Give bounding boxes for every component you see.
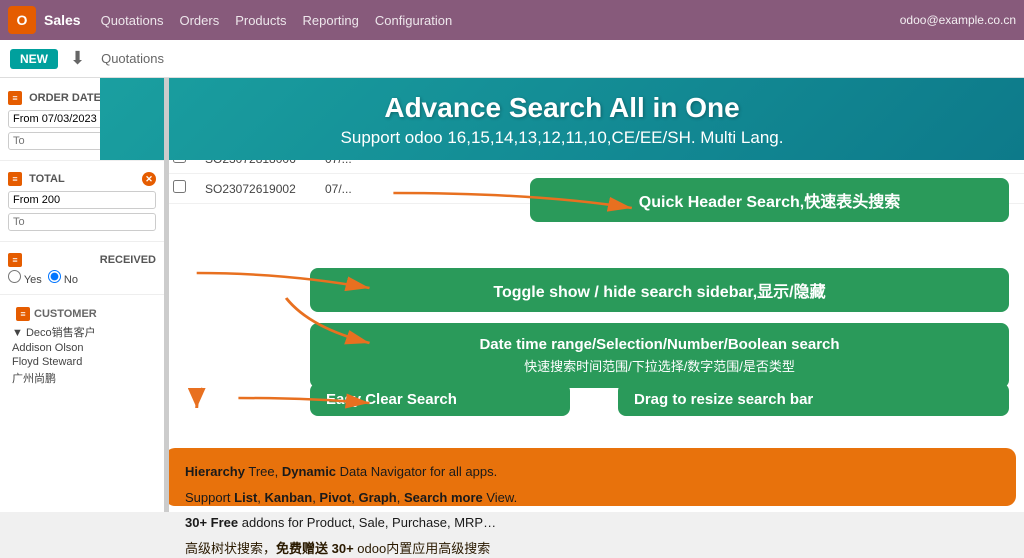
clear-number-search-btn[interactable]: ✕: [197, 121, 206, 134]
customer-section-title: ≡ CUSTOMER: [8, 303, 156, 323]
number-search-input[interactable]: [210, 119, 300, 137]
orange-line4: 高级树状搜索，免费赠送 30+ odoo内置应用高级搜索: [185, 539, 996, 558]
select-all-checkbox[interactable]: [173, 86, 186, 99]
received-yes-radio[interactable]: [8, 270, 21, 283]
number-search-cell: [210, 118, 320, 137]
row2-number: SO23072619002: [197, 182, 317, 196]
total-to-input[interactable]: [8, 213, 156, 231]
filter-order-date-header: ≡ ORDER DATE ✕: [8, 88, 156, 108]
orange-line3: 30+ Free addons for Product, Sale, Purch…: [185, 513, 996, 533]
rest-search-cells: Select... ▾ Select... ▾: [550, 119, 1016, 136]
date-range-select[interactable]: Select Range: [320, 122, 420, 134]
total-label: TOTAL: [29, 173, 65, 185]
row1-date: 07/...: [317, 152, 427, 166]
select-arrow-2: ▾: [702, 121, 708, 134]
received-label: RECEIVED: [100, 254, 156, 266]
content-area: Number Order Date Customer ⚙ ✕ Select Ra…: [165, 78, 1024, 512]
nav-reporting[interactable]: Reporting: [303, 13, 359, 28]
odoo-logo: O: [8, 6, 36, 34]
col-customer[interactable]: Customer: [427, 88, 567, 102]
order-date-from-input[interactable]: [8, 110, 156, 128]
received-radio-group: Yes No: [8, 270, 156, 286]
user-display: odoo@example.co.cn: [900, 13, 1016, 27]
received-yes-label[interactable]: Yes: [8, 270, 42, 286]
settings-icon[interactable]: ⚙: [1002, 85, 1016, 105]
customer-item-1[interactable]: Addison Olson: [8, 341, 156, 355]
upload-icon[interactable]: ⬇: [70, 48, 85, 69]
customer-search-value[interactable]: Deco: [420, 122, 550, 134]
row1-check[interactable]: [173, 150, 186, 163]
filter-total-header: ≡ TOTAL ✕: [8, 169, 156, 189]
order-date-to-input[interactable]: [8, 132, 156, 150]
row1-number: SO23072818006: [197, 152, 317, 166]
main-layout: ≡ ORDER DATE ✕ ≡ TOTAL ✕: [0, 78, 1024, 512]
received-no-label[interactable]: No: [48, 270, 78, 286]
search-sidebar: ≡ ORDER DATE ✕ ≡ TOTAL ✕: [0, 78, 165, 512]
top-navigation: O Sales Quotations Orders Products Repor…: [0, 0, 1024, 40]
filter-received-icon: ≡: [8, 253, 22, 267]
received-no-radio[interactable]: [48, 270, 61, 283]
row1-checkbox[interactable]: [173, 150, 197, 168]
select-arrow-1: ▾: [621, 121, 627, 134]
col-number[interactable]: Number: [197, 88, 317, 102]
nav-right-section: odoo@example.co.cn: [900, 13, 1016, 27]
table-row[interactable]: SO23072818006 07/...: [165, 144, 1024, 174]
filter-customer: ≡ CUSTOMER ▼ Deco销售客户 Addison Olson Floy…: [0, 299, 164, 391]
order-date-label: ORDER DATE: [29, 92, 101, 104]
header-checkbox-cell: [173, 86, 197, 104]
nav-configuration[interactable]: Configuration: [375, 13, 452, 28]
filter-total-icon: ≡: [8, 172, 22, 186]
secondary-navigation: NEW ⬇ Quotations: [0, 40, 1024, 78]
total-clear-btn[interactable]: ✕: [142, 172, 156, 186]
filter-total: ≡ TOTAL ✕: [0, 165, 164, 237]
customer-parent-item[interactable]: ▼ Deco销售客户: [8, 323, 156, 341]
customer-item-2[interactable]: Floyd Steward: [8, 355, 156, 369]
select-filter-1[interactable]: Select...: [550, 119, 617, 136]
row2-date: 07/...: [317, 182, 427, 196]
new-button[interactable]: NEW: [10, 49, 58, 69]
table-search-row: ✕ Select Range Deco Select... ▾ Select..…: [165, 112, 1024, 144]
filter-order-date: ≡ ORDER DATE ✕: [0, 84, 164, 156]
nav-products[interactable]: Products: [235, 13, 286, 28]
filter-icon: ≡: [8, 91, 22, 105]
table-row[interactable]: SO23072619002 07/...: [165, 174, 1024, 204]
total-from-input[interactable]: [8, 191, 156, 209]
table-header-row: Number Order Date Customer ⚙: [165, 78, 1024, 112]
nav-orders[interactable]: Orders: [179, 13, 219, 28]
filter-customer-icon: ≡: [16, 307, 30, 321]
col-order-date[interactable]: Order Date: [317, 88, 427, 102]
order-date-clear-btn[interactable]: ✕: [142, 91, 156, 105]
customer-item-3[interactable]: 广州尚鹏: [8, 369, 156, 387]
filter-received: ≡ RECEIVED Yes No: [0, 246, 164, 290]
app-name[interactable]: Sales: [44, 12, 81, 28]
row2-check[interactable]: [173, 180, 186, 193]
breadcrumb: Quotations: [101, 51, 164, 66]
select-filter-2[interactable]: Select...: [631, 119, 698, 136]
row2-checkbox[interactable]: [173, 180, 197, 198]
nav-quotations[interactable]: Quotations: [101, 13, 164, 28]
customer-label: CUSTOMER: [34, 308, 97, 320]
nav-menu: Quotations Orders Products Reporting Con…: [101, 13, 900, 28]
filter-received-header: ≡ RECEIVED: [8, 250, 156, 270]
sidebar-resize-handle[interactable]: [164, 78, 169, 512]
